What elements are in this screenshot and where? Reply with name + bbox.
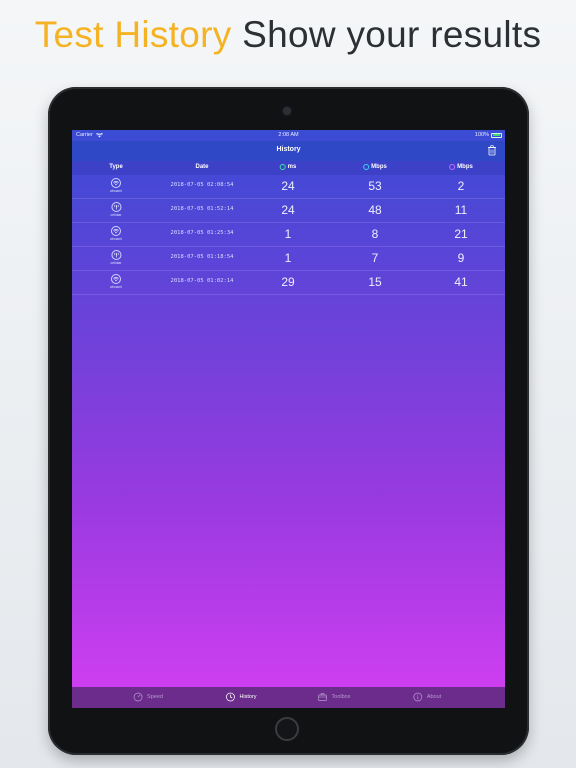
row-type-label: whoami bbox=[109, 237, 123, 241]
header-ping: ms bbox=[279, 164, 297, 170]
tab-history-label: History bbox=[239, 694, 257, 700]
row-upload: 9 bbox=[457, 251, 465, 265]
status-right: 100% bbox=[475, 132, 502, 138]
row-ping: 24 bbox=[281, 203, 295, 217]
headline-rest: Show your results bbox=[231, 14, 542, 55]
ipad-device-frame: Carrier 2:08 AM 100% History Type Date m… bbox=[48, 87, 529, 755]
app-screen: Carrier 2:08 AM 100% History Type Date m… bbox=[72, 130, 505, 708]
row-ping: 24 bbox=[281, 179, 295, 193]
header-type-label: Type bbox=[109, 164, 123, 170]
upload-icon bbox=[449, 164, 456, 170]
row-type-label: cellular bbox=[110, 261, 122, 265]
page-title: History bbox=[276, 146, 301, 153]
download-icon bbox=[363, 164, 370, 170]
tab-history[interactable]: History bbox=[225, 692, 257, 702]
header-type: Type bbox=[109, 164, 123, 170]
row-download: 8 bbox=[371, 227, 379, 241]
row-type-label: cellular bbox=[110, 213, 122, 217]
row-download: 15 bbox=[368, 275, 382, 289]
battery-icon bbox=[491, 132, 502, 138]
header-date: Date bbox=[195, 164, 208, 170]
header-upload-label: Mbps bbox=[457, 164, 473, 170]
gauge-icon bbox=[133, 692, 143, 702]
row-date: 2018-07-05 01:18:54 bbox=[170, 254, 234, 260]
table-row[interactable]: cellular 2018-07-05 01:18:54 1 7 9 bbox=[72, 247, 505, 271]
wifi-icon bbox=[111, 274, 121, 284]
row-upload: 21 bbox=[454, 227, 468, 241]
tab-bar: Speed History Toolbox About bbox=[72, 687, 505, 708]
cellular-icon bbox=[111, 202, 121, 212]
tab-about-label: About bbox=[426, 694, 442, 700]
row-download: 48 bbox=[368, 203, 382, 217]
ping-icon bbox=[279, 164, 286, 170]
table-row[interactable]: cellular 2018-07-05 01:52:14 24 48 11 bbox=[72, 199, 505, 223]
info-icon bbox=[413, 692, 423, 702]
home-button[interactable] bbox=[275, 717, 299, 741]
tab-toolbox-label: Toolbox bbox=[331, 694, 351, 700]
tab-about[interactable]: About bbox=[413, 692, 441, 702]
clock-icon bbox=[226, 692, 235, 702]
header-ping-label: ms bbox=[287, 164, 297, 170]
table-header: Type Date ms Mbps Mbps bbox=[72, 161, 505, 175]
row-type: cellular bbox=[110, 250, 122, 265]
camera-icon bbox=[283, 107, 291, 115]
cellular-icon bbox=[111, 250, 121, 260]
trash-icon[interactable] bbox=[487, 145, 497, 156]
row-type-label: whoami bbox=[109, 189, 123, 193]
row-type: whoami bbox=[110, 178, 122, 193]
row-ping: 1 bbox=[284, 251, 292, 265]
row-date: 2018-07-05 01:25:34 bbox=[170, 230, 234, 236]
wifi-icon bbox=[111, 178, 121, 188]
tab-toolbox[interactable]: Toolbox bbox=[318, 692, 351, 702]
table-row[interactable]: whoami 2018-07-05 01:25:34 1 8 21 bbox=[72, 223, 505, 247]
status-time: 2:08 AM bbox=[278, 132, 299, 138]
header-download-label: Mbps bbox=[371, 164, 387, 170]
headline: Test History Show your results bbox=[0, 14, 576, 56]
battery-percent: 100% bbox=[474, 132, 489, 138]
navigation-bar: History bbox=[72, 141, 505, 161]
row-upload: 2 bbox=[457, 179, 465, 193]
header-upload: Mbps bbox=[449, 164, 473, 170]
header-date-label: Date bbox=[195, 164, 209, 170]
row-type: whoami bbox=[110, 226, 122, 241]
row-date: 2018-07-05 02:08:54 bbox=[170, 182, 234, 188]
row-ping: 1 bbox=[284, 227, 292, 241]
row-date: 2018-07-05 01:52:14 bbox=[170, 206, 234, 212]
tab-speed[interactable]: Speed bbox=[133, 692, 163, 702]
wifi-icon bbox=[111, 226, 121, 236]
tab-speed-label: Speed bbox=[147, 694, 163, 700]
row-download: 53 bbox=[368, 179, 382, 193]
header-download: Mbps bbox=[363, 164, 387, 170]
row-ping: 29 bbox=[281, 275, 295, 289]
status-bar: Carrier 2:08 AM 100% bbox=[72, 130, 505, 141]
table-row[interactable]: whoami 2018-07-05 01:02:14 29 15 41 bbox=[72, 271, 505, 295]
row-upload: 11 bbox=[454, 203, 468, 217]
table-row[interactable]: whoami 2018-07-05 02:08:54 24 53 2 bbox=[72, 175, 505, 199]
row-download: 7 bbox=[371, 251, 379, 265]
row-upload: 41 bbox=[454, 275, 468, 289]
toolbox-icon bbox=[318, 693, 327, 701]
row-type: cellular bbox=[110, 202, 122, 217]
headline-accent: Test History bbox=[34, 14, 232, 55]
row-date: 2018-07-05 01:02:14 bbox=[170, 278, 234, 284]
row-type-label: whoami bbox=[109, 285, 123, 289]
row-type: whoami bbox=[110, 274, 122, 289]
